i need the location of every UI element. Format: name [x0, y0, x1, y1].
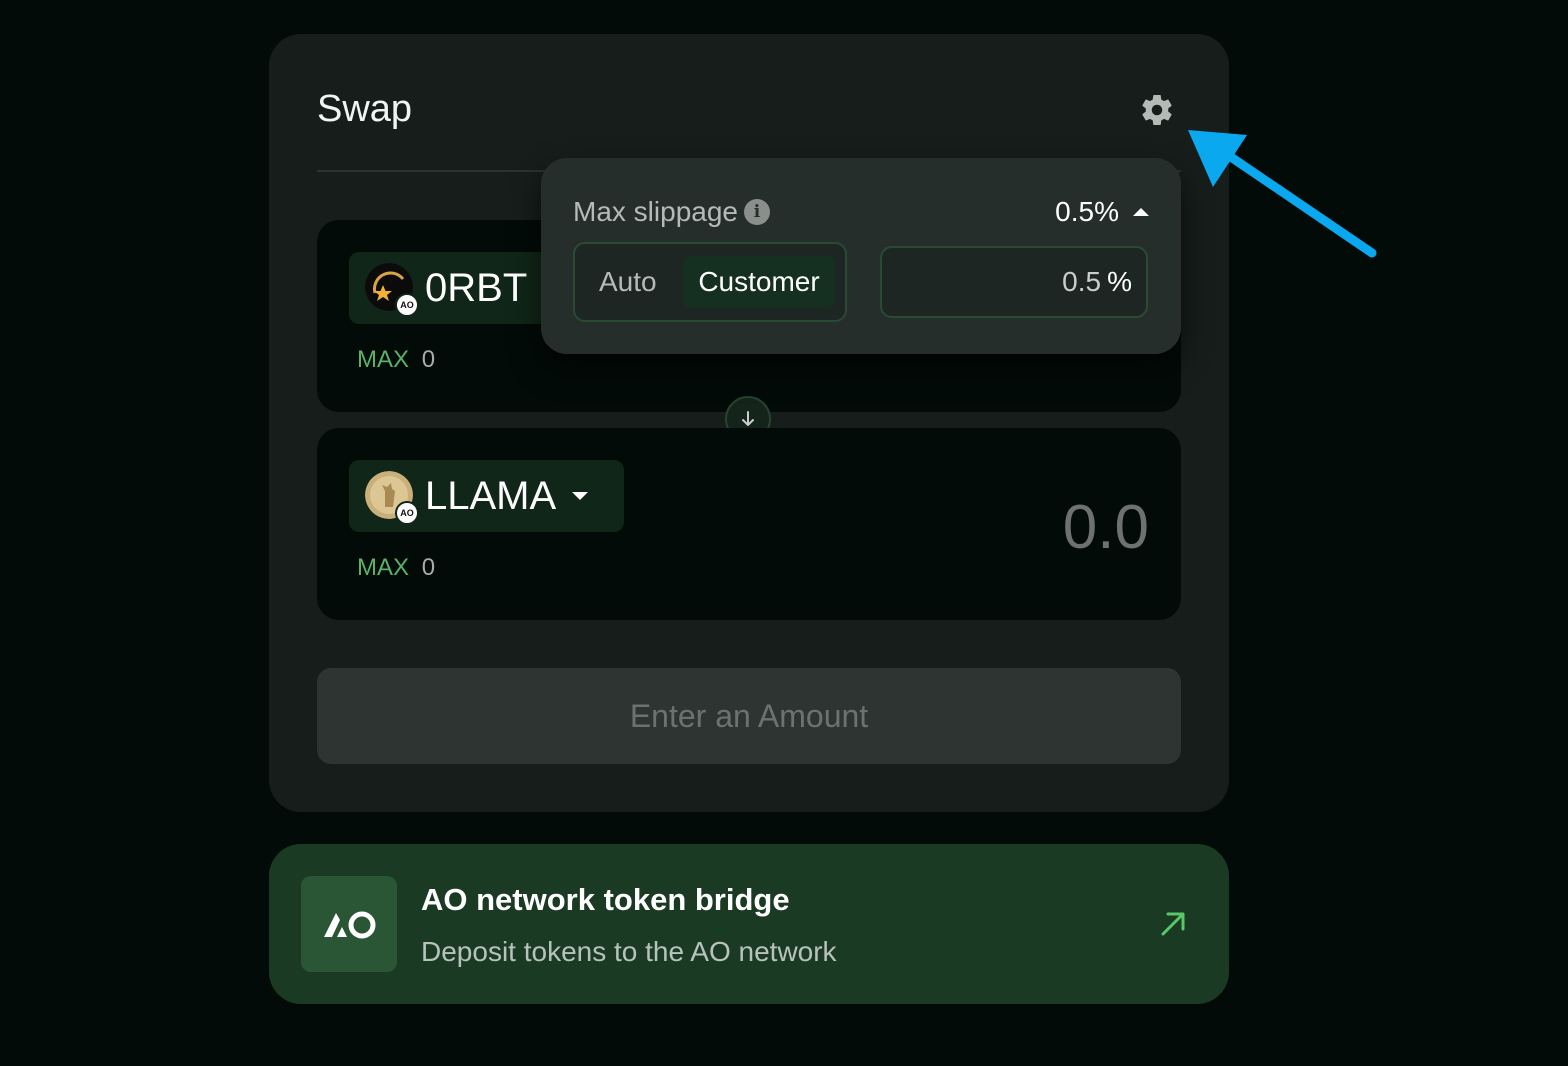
bridge-title: AO network token bridge [421, 882, 790, 917]
slippage-input[interactable]: 0.5 % [880, 246, 1148, 318]
slippage-mode-switch: Auto Customer [573, 242, 847, 322]
ao-bridge-banner[interactable]: AO network token bridge Deposit tokens t… [269, 844, 1229, 1004]
slippage-toggle[interactable]: 0.5% [1055, 196, 1149, 228]
to-max-row: MAX 0 [357, 554, 435, 582]
llama-token-icon: AO [365, 471, 419, 525]
slippage-current-value: 0.5% [1055, 196, 1119, 227]
to-max-button[interactable]: MAX [357, 554, 409, 581]
ao-badge-icon: AO [395, 501, 419, 525]
info-icon[interactable]: i [743, 199, 770, 225]
slippage-unit: % [1107, 266, 1132, 297]
external-arrow-icon [1161, 912, 1185, 936]
swap-card: Swap AO 0RBT MAX 0 AO LLAMA MAX 0 0.0 En… [269, 34, 1229, 812]
ao-badge-icon: AO [395, 293, 419, 317]
from-token-name: 0RBT [425, 265, 528, 310]
arrow-down-icon [742, 411, 754, 426]
to-amount-display: 0.0 [1062, 493, 1149, 562]
gear-icon[interactable] [1139, 92, 1175, 128]
enter-amount-button[interactable]: Enter an Amount [317, 668, 1181, 764]
bridge-subtitle: Deposit tokens to the AO network [421, 936, 837, 967]
chevron-up-icon [1133, 208, 1149, 216]
max-slippage-text: Max slippage [573, 196, 738, 227]
from-token-selector[interactable]: AO 0RBT [349, 252, 549, 324]
to-token-selector[interactable]: AO LLAMA [349, 460, 624, 532]
max-slippage-label: Max slippage i [573, 196, 770, 228]
slippage-mode-auto[interactable]: Auto [599, 266, 657, 298]
swap-title: Swap [317, 88, 413, 130]
slippage-input-value: 0.5 [1062, 266, 1102, 297]
slippage-mode-customer[interactable]: Customer [683, 256, 835, 308]
chevron-down-icon [572, 492, 589, 500]
from-max-value: 0 [421, 346, 436, 373]
from-max-row: MAX 0 [357, 346, 435, 374]
to-token-name: LLAMA [425, 473, 557, 518]
from-max-button[interactable]: MAX [357, 346, 409, 373]
to-max-value: 0 [421, 554, 436, 581]
annotation-arrow-icon [1188, 130, 1377, 258]
ao-logo-icon [301, 876, 397, 972]
slippage-popover: Max slippage i 0.5% Auto Customer 0.5 % [541, 158, 1181, 354]
orbt-token-icon: AO [365, 263, 419, 317]
to-token-panel: AO LLAMA MAX 0 0.0 [317, 428, 1181, 620]
